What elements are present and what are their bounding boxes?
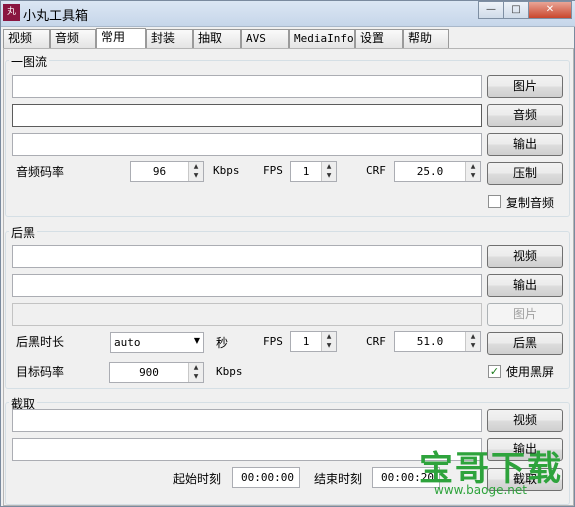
group-title-black: 后黑 — [9, 224, 38, 241]
kbps-unit-label: Kbps — [213, 164, 240, 177]
watermark-url: www.baoge.net — [434, 483, 527, 497]
app-window: 丸 小丸工具箱 — □ ✕ 视频 音频 常用 封装 抽取 AVS MediaIn… — [0, 0, 575, 507]
video-button[interactable]: 视频 — [487, 245, 563, 268]
video-path-field[interactable] — [12, 245, 482, 268]
minimize-button[interactable]: — — [478, 1, 504, 19]
window-title: 小丸工具箱 — [23, 9, 89, 24]
output-button[interactable]: 输出 — [487, 133, 563, 156]
spin-down-icon[interactable]: ▼ — [322, 171, 336, 180]
group-title-single-image: 一图流 — [9, 53, 50, 70]
audio-bitrate-value: 96 — [152, 165, 167, 178]
black-duration-value: auto — [114, 336, 141, 349]
audio-bitrate-label: 音频码率 — [16, 165, 65, 179]
target-bitrate-label: 目标码率 — [16, 365, 65, 379]
spin-down-icon[interactable]: ▼ — [466, 341, 480, 350]
tab-settings[interactable]: 设置 — [355, 29, 403, 48]
seconds-label: 秒 — [216, 336, 229, 350]
copy-audio-label: 复制音频 — [506, 196, 555, 210]
black-crf-value: 51.0 — [416, 335, 444, 348]
cut-video-button[interactable]: 视频 — [487, 409, 563, 432]
use-black-screen-label: 使用黑屏 — [506, 365, 555, 379]
tab-mux[interactable]: 封装 — [146, 29, 193, 48]
tab-video[interactable]: 视频 — [3, 29, 50, 48]
cut-video-path-field[interactable] — [12, 409, 482, 432]
black-crf-label: CRF — [366, 335, 386, 348]
fps-label: FPS — [263, 164, 283, 177]
target-kbps-unit-label: Kbps — [216, 365, 243, 378]
black-output-path-field[interactable] — [12, 274, 482, 297]
audio-path-field[interactable] — [12, 104, 482, 127]
crf-value: 25.0 — [416, 165, 444, 178]
black-duration-select[interactable]: auto ▼ — [110, 332, 204, 353]
target-bitrate-value: 900 — [139, 366, 159, 379]
spin-up-icon[interactable]: ▲ — [466, 162, 480, 171]
tab-help[interactable]: 帮助 — [403, 29, 449, 48]
black-image-path-field — [12, 303, 482, 326]
close-button[interactable]: ✕ — [528, 1, 572, 19]
black-fps-spinner[interactable]: 1 ▲ ▼ — [290, 331, 337, 352]
spin-down-icon[interactable]: ▼ — [189, 372, 203, 381]
spin-down-icon[interactable]: ▼ — [322, 341, 336, 350]
spin-up-icon[interactable]: ▲ — [189, 162, 203, 171]
spin-down-icon[interactable]: ▼ — [189, 171, 203, 180]
fps-spinner[interactable]: 1 ▲ ▼ — [290, 161, 337, 182]
tab-audio[interactable]: 音频 — [50, 29, 96, 48]
start-time-label: 起始时刻 — [173, 472, 222, 486]
copy-audio-checkbox[interactable] — [488, 195, 501, 208]
spin-up-icon[interactable]: ▲ — [322, 332, 336, 341]
tab-extract[interactable]: 抽取 — [193, 29, 241, 48]
spin-down-icon[interactable]: ▼ — [466, 171, 480, 180]
black-duration-label: 后黑时长 — [16, 335, 65, 349]
title-bar: 丸 小丸工具箱 — □ ✕ — [1, 1, 575, 27]
crf-label: CRF — [366, 164, 386, 177]
crf-spinner[interactable]: 25.0 ▲ ▼ — [394, 161, 481, 182]
tab-mediainfo[interactable]: MediaInfo — [289, 29, 355, 48]
tab-bar: 视频 音频 常用 封装 抽取 AVS MediaInfo 设置 帮助 — [1, 28, 575, 49]
black-output-button[interactable]: 输出 — [487, 274, 563, 297]
spin-up-icon[interactable]: ▲ — [189, 363, 203, 372]
output-path-field[interactable] — [12, 133, 482, 156]
target-bitrate-spinner[interactable]: 900 ▲ ▼ — [109, 362, 204, 383]
tab-avs[interactable]: AVS — [241, 29, 289, 48]
compress-button[interactable]: 压制 — [487, 162, 563, 185]
fps-value: 1 — [302, 165, 310, 178]
end-time-label: 结束时刻 — [314, 472, 363, 486]
black-fps-label: FPS — [263, 335, 283, 348]
tab-common[interactable]: 常用 — [96, 28, 146, 49]
maximize-button[interactable]: □ — [503, 1, 529, 19]
chevron-down-icon: ▼ — [193, 336, 200, 345]
black-crf-spinner[interactable]: 51.0 ▲ ▼ — [394, 331, 481, 352]
audio-bitrate-spinner[interactable]: 96 ▲ ▼ — [130, 161, 204, 182]
black-fps-value: 1 — [302, 335, 310, 348]
app-icon: 丸 — [3, 4, 20, 21]
image-path-field[interactable] — [12, 75, 482, 98]
black-button[interactable]: 后黑 — [487, 332, 563, 355]
image-button[interactable]: 图片 — [487, 75, 563, 98]
audio-button[interactable]: 音频 — [487, 104, 563, 127]
use-black-screen-checkbox[interactable]: ✓ — [488, 365, 501, 378]
black-image-button[interactable]: 图片 — [487, 303, 563, 326]
spin-up-icon[interactable]: ▲ — [322, 162, 336, 171]
start-time-input[interactable]: 00:00:00 — [232, 467, 300, 488]
cut-output-path-field[interactable] — [12, 438, 482, 461]
spin-up-icon[interactable]: ▲ — [466, 332, 480, 341]
